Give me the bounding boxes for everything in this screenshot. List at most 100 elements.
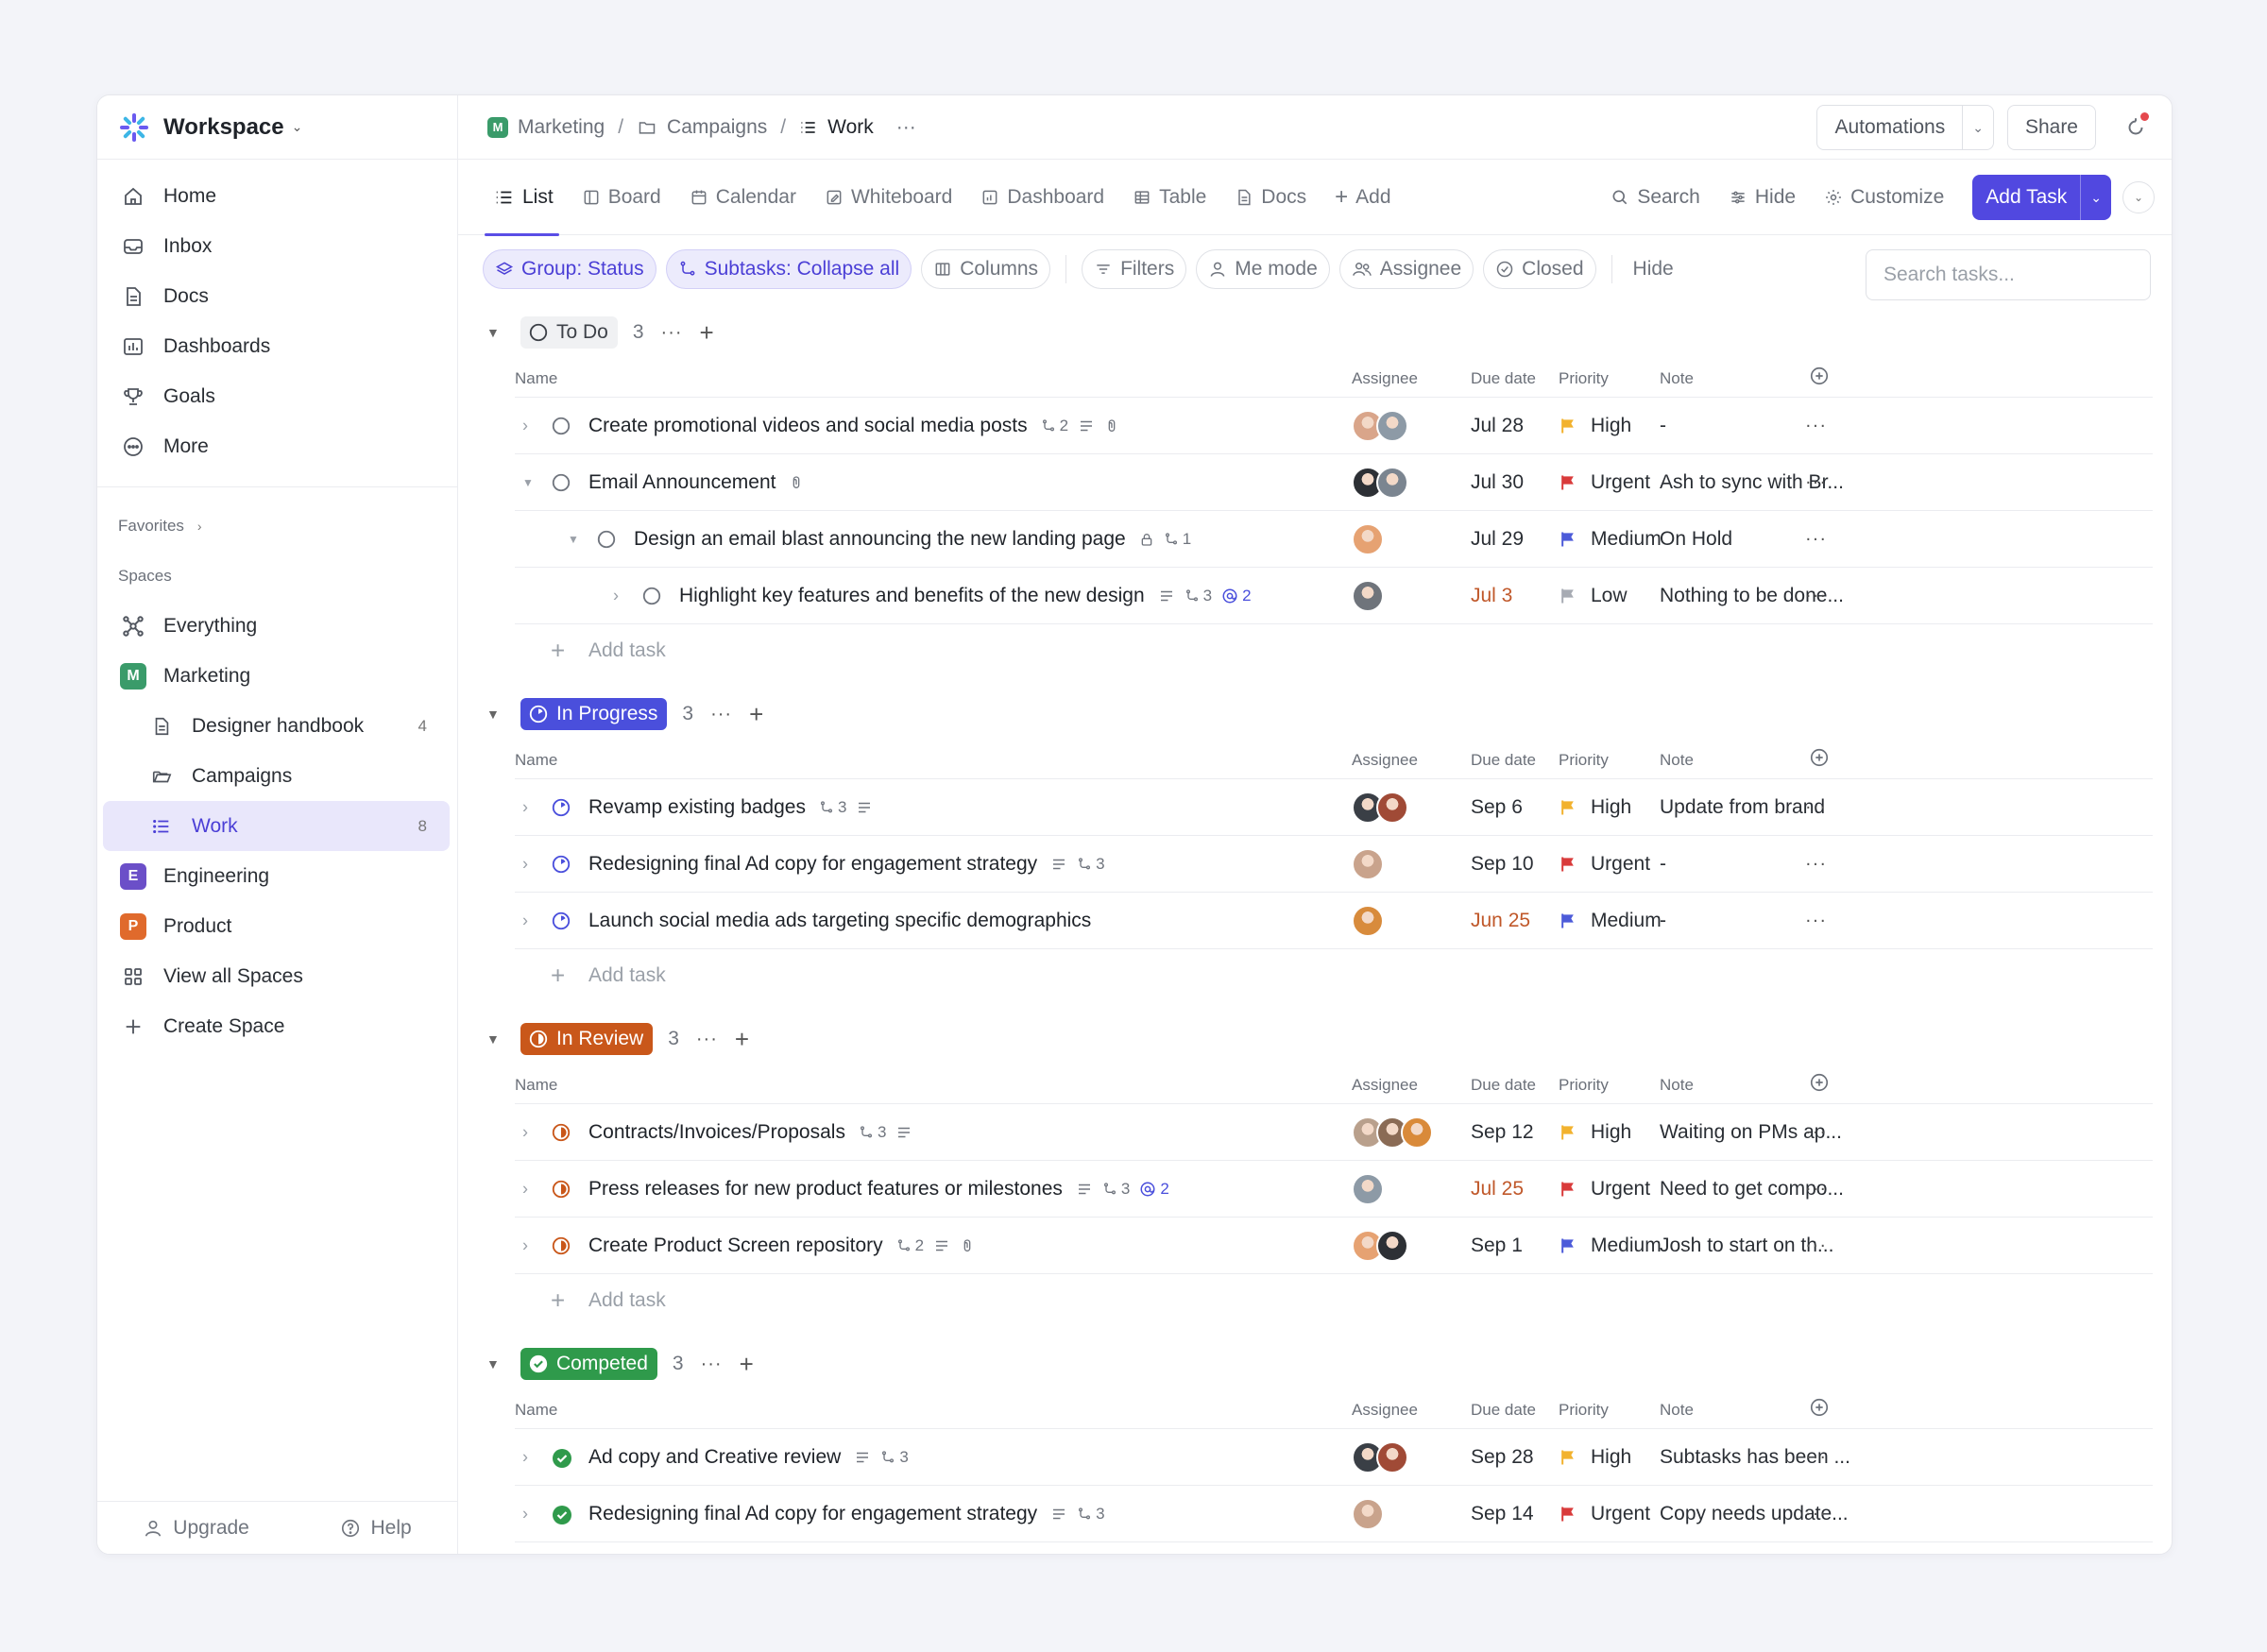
due-date[interactable]: Jul 3 bbox=[1471, 585, 1512, 607]
column-header-note[interactable]: Note bbox=[1660, 369, 1694, 388]
row-more-icon[interactable]: ··· bbox=[1805, 796, 1827, 818]
priority-cell[interactable]: Urgent bbox=[1559, 1178, 1650, 1201]
assignee-avatars[interactable] bbox=[1352, 1229, 1408, 1262]
due-date[interactable]: Jun 25 bbox=[1471, 910, 1530, 932]
row-more-icon[interactable]: ··· bbox=[1805, 415, 1827, 436]
collapse-chevron-icon[interactable]: ⌄ bbox=[2122, 181, 2155, 213]
caret-right-icon[interactable]: › bbox=[522, 854, 528, 874]
assignee-avatars[interactable] bbox=[1352, 1116, 1433, 1149]
task-name[interactable]: Redesigning final Ad copy for engagement… bbox=[588, 1503, 1105, 1525]
mention-icon[interactable]: 2 bbox=[1139, 1180, 1169, 1199]
subtasks-icon[interactable]: 3 bbox=[1102, 1180, 1130, 1199]
row-more-icon[interactable]: ··· bbox=[1805, 1121, 1827, 1143]
group-add-icon[interactable]: + bbox=[735, 1027, 749, 1051]
add-column-icon[interactable] bbox=[1809, 1397, 1830, 1422]
due-date[interactable]: Sep 10 bbox=[1471, 853, 1534, 876]
subtasks-icon[interactable]: 1 bbox=[1164, 530, 1191, 549]
subtasks-button[interactable]: Subtasks: Collapse all bbox=[665, 249, 912, 289]
caret-right-icon[interactable]: › bbox=[522, 1122, 528, 1142]
assignee-avatars[interactable] bbox=[1352, 1497, 1384, 1530]
sidebar-item-product[interactable]: P Product bbox=[97, 901, 457, 951]
collapse-caret-icon[interactable]: ▼ bbox=[486, 707, 503, 722]
assignee-button[interactable]: Assignee bbox=[1338, 249, 1474, 289]
breadcrumb-list[interactable]: Work bbox=[799, 116, 874, 139]
filters-button[interactable]: Filters bbox=[1082, 249, 1187, 289]
subtasks-icon[interactable]: 2 bbox=[1041, 417, 1068, 435]
sidebar-item-create-space[interactable]: Create Space bbox=[97, 1001, 457, 1051]
sidebar-item-marketing[interactable]: M Marketing bbox=[97, 651, 457, 701]
task-row[interactable]: › Create promotional videos and social me… bbox=[515, 398, 2153, 454]
me-mode-button[interactable]: Me mode bbox=[1196, 249, 1330, 289]
sidebar-item-docs[interactable]: Docs bbox=[97, 271, 457, 321]
assignee-avatars[interactable] bbox=[1352, 1172, 1384, 1205]
task-name[interactable]: Highlight key features and benefits of t… bbox=[679, 585, 1252, 607]
add-task-button[interactable]: Add Task ⌄ bbox=[1972, 175, 2111, 220]
column-header-note[interactable]: Note bbox=[1660, 1401, 1694, 1420]
closed-button[interactable]: Closed bbox=[1483, 249, 1596, 289]
sidebar-item-engineering[interactable]: E Engineering bbox=[97, 851, 457, 901]
assignee-avatars[interactable] bbox=[1352, 1440, 1408, 1473]
row-more-icon[interactable]: ··· bbox=[1805, 853, 1827, 875]
add-column-icon[interactable] bbox=[1809, 747, 1830, 773]
subtasks-icon[interactable]: 3 bbox=[859, 1123, 886, 1142]
hide-button[interactable]: Hide bbox=[1729, 186, 1796, 209]
search-tasks-input[interactable]: Search tasks... bbox=[1866, 249, 2151, 300]
task-row[interactable]: › Contracts/Invoices/Proposals 3 Sep 12 High… bbox=[515, 1104, 2153, 1161]
column-header-name[interactable]: Name bbox=[515, 369, 557, 388]
due-date[interactable]: Jul 28 bbox=[1471, 415, 1524, 437]
due-date[interactable]: Jul 25 bbox=[1471, 1178, 1524, 1201]
task-name[interactable]: Press releases for new product features … bbox=[588, 1178, 1169, 1201]
task-name[interactable]: Ad copy and Creative review 3 bbox=[588, 1446, 909, 1469]
caret-right-icon[interactable]: › bbox=[522, 911, 528, 930]
row-more-icon[interactable]: ··· bbox=[1805, 585, 1827, 606]
sidebar-item-home[interactable]: Home bbox=[97, 171, 457, 221]
caret-right-icon[interactable]: › bbox=[522, 797, 528, 817]
task-row[interactable]: › Revamp existing badges 3 Sep 6 High Update … bbox=[515, 779, 2153, 836]
task-note[interactable]: - bbox=[1660, 853, 1666, 876]
tab-dashboard[interactable]: Dashboard bbox=[980, 160, 1104, 235]
task-name[interactable]: Design an email blast announcing the new… bbox=[634, 528, 1191, 551]
add-task-row[interactable]: + Add task bbox=[515, 624, 2172, 677]
sidebar-item-campaigns[interactable]: Campaigns bbox=[97, 751, 457, 801]
priority-cell[interactable]: Urgent bbox=[1559, 471, 1650, 494]
column-header-priority[interactable]: Priority bbox=[1559, 1401, 1609, 1420]
tab-list[interactable]: List bbox=[485, 160, 559, 236]
help-button[interactable]: Help bbox=[340, 1517, 412, 1540]
task-status-icon[interactable] bbox=[551, 1235, 571, 1256]
task-status-icon[interactable] bbox=[551, 472, 571, 493]
assignee-avatars[interactable] bbox=[1352, 579, 1384, 612]
task-status-icon[interactable] bbox=[596, 529, 617, 550]
task-status-icon[interactable] bbox=[551, 416, 571, 436]
column-header-due[interactable]: Due date bbox=[1471, 1401, 1536, 1420]
breadcrumb-space[interactable]: M Marketing bbox=[487, 116, 605, 139]
due-date[interactable]: Jul 30 bbox=[1471, 471, 1524, 494]
due-date[interactable]: Sep 6 bbox=[1471, 796, 1523, 819]
assignee-avatars[interactable] bbox=[1352, 904, 1384, 937]
task-name[interactable]: Create Product Screen repository 2 bbox=[588, 1235, 975, 1257]
workspace-switcher[interactable]: Workspace ⌄ bbox=[97, 95, 457, 160]
task-note[interactable]: Update from brand bbox=[1660, 796, 1825, 819]
task-name[interactable]: Create promotional videos and social med… bbox=[588, 415, 1119, 437]
task-status-icon[interactable] bbox=[641, 586, 662, 606]
task-row[interactable]: › Create Product Screen repository 2 Sep 1 M… bbox=[515, 1218, 2153, 1274]
column-header-priority[interactable]: Priority bbox=[1559, 751, 1609, 770]
priority-cell[interactable]: Urgent bbox=[1559, 1503, 1650, 1525]
tab-board[interactable]: Board bbox=[582, 160, 661, 235]
task-name[interactable]: Revamp existing badges 3 bbox=[588, 796, 873, 819]
column-header-name[interactable]: Name bbox=[515, 1076, 557, 1095]
column-header-note[interactable]: Note bbox=[1660, 751, 1694, 770]
caret-down-icon[interactable]: ▼ bbox=[568, 533, 579, 546]
favorites-section[interactable]: Favorites › bbox=[97, 501, 457, 551]
task-row[interactable]: ▼ Email Announcement Jul 30 Urgent Ash to sy… bbox=[515, 454, 2153, 511]
task-status-icon[interactable] bbox=[551, 797, 571, 818]
sidebar-item-inbox[interactable]: Inbox bbox=[97, 221, 457, 271]
column-header-priority[interactable]: Priority bbox=[1559, 1076, 1609, 1095]
row-more-icon[interactable]: ··· bbox=[1805, 528, 1827, 550]
caret-right-icon[interactable]: › bbox=[522, 1447, 528, 1467]
priority-cell[interactable]: Medium bbox=[1559, 528, 1662, 551]
column-header-assignee[interactable]: Assignee bbox=[1352, 1401, 1418, 1420]
due-date[interactable]: Jul 29 bbox=[1471, 528, 1524, 551]
row-more-icon[interactable]: ··· bbox=[1805, 1178, 1827, 1200]
subtasks-icon[interactable]: 3 bbox=[819, 798, 846, 817]
sidebar-item-everything[interactable]: Everything bbox=[97, 601, 457, 651]
